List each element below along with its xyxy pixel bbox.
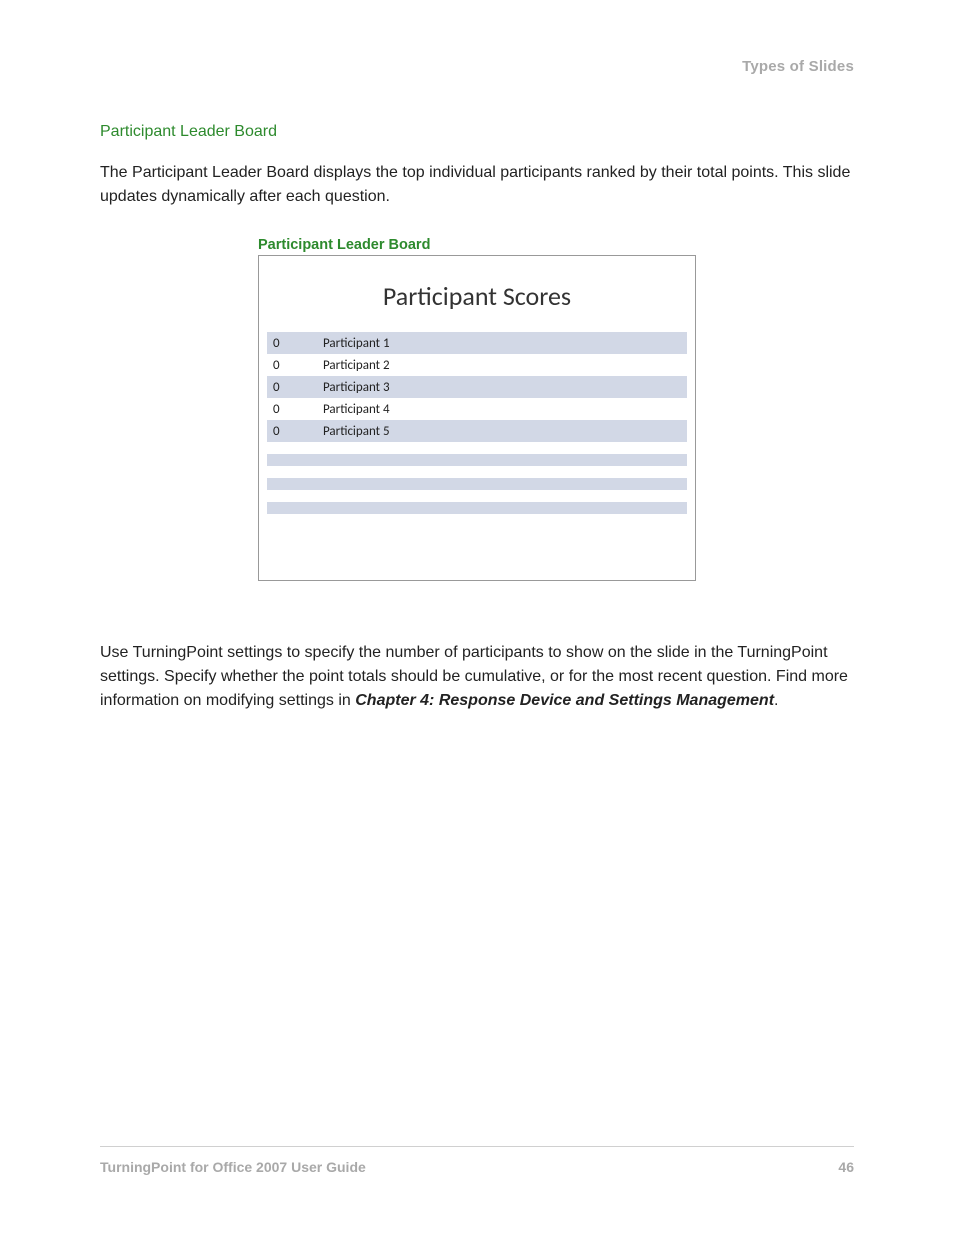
name-cell: Participant 1 (323, 336, 687, 351)
figure-caption: Participant Leader Board (258, 237, 696, 253)
figure-container: Participant Leader Board Participant Sco… (100, 237, 854, 581)
intro-paragraph: The Participant Leader Board displays th… (100, 161, 854, 209)
table-row: 0 Participant 4 (267, 398, 687, 420)
score-cell: 0 (267, 358, 323, 373)
leaderboard-rows: 0 Participant 1 0 Participant 2 0 Partic… (259, 332, 695, 514)
table-row (267, 502, 687, 514)
table-row: 0 Participant 2 (267, 354, 687, 376)
table-row: 0 Participant 5 (267, 420, 687, 442)
score-cell: 0 (267, 424, 323, 439)
table-row: 0 Participant 1 (267, 332, 687, 354)
name-cell: Participant 2 (323, 358, 687, 373)
table-row: 0 Participant 3 (267, 376, 687, 398)
name-cell: Participant 4 (323, 402, 687, 417)
table-row (267, 478, 687, 490)
table-row (267, 490, 687, 502)
score-cell: 0 (267, 380, 323, 395)
slide-title: Participant Scores (259, 256, 695, 332)
name-cell: Participant 3 (323, 380, 687, 395)
document-page: Types of Slides Participant Leader Board… (0, 0, 954, 1235)
score-cell: 0 (267, 336, 323, 351)
footer-guide-title: TurningPoint for Office 2007 User Guide (100, 1159, 366, 1175)
score-cell: 0 (267, 402, 323, 417)
table-row (267, 454, 687, 466)
after-paragraph: Use TurningPoint settings to specify the… (100, 641, 854, 713)
chapter-reference: Chapter 4: Response Device and Settings … (355, 692, 774, 709)
page-footer: TurningPoint for Office 2007 User Guide … (100, 1146, 854, 1175)
header-section-label: Types of Slides (100, 58, 854, 75)
name-cell: Participant 5 (323, 424, 687, 439)
footer-page-number: 46 (838, 1159, 854, 1175)
table-row (267, 442, 687, 454)
section-heading: Participant Leader Board (100, 123, 854, 141)
table-row (267, 466, 687, 478)
after-text-b: . (774, 692, 778, 709)
slide-preview: Participant Scores 0 Participant 1 0 Par… (258, 255, 696, 581)
